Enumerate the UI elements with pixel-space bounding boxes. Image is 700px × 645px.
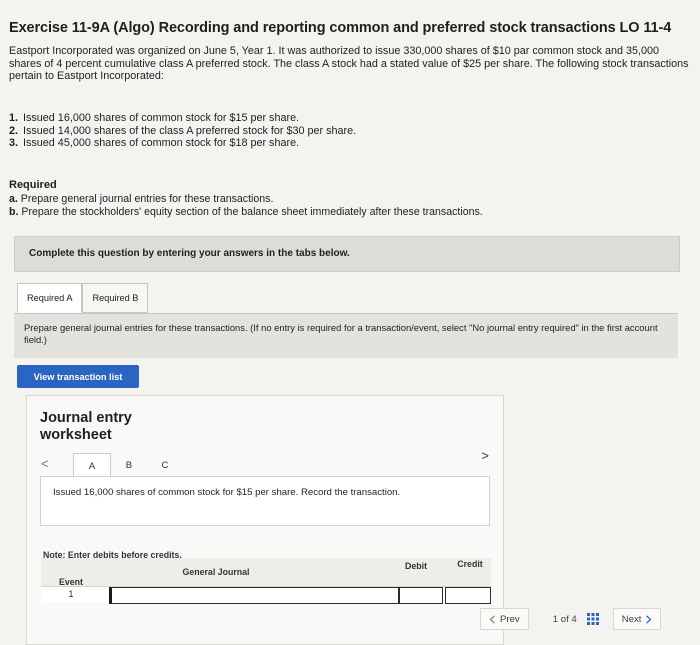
journal-table: Event General Journal Debit Credit 1 — [41, 558, 491, 604]
page-indicator: 1 of 4 — [552, 613, 577, 625]
grid-icon[interactable] — [586, 613, 599, 625]
step-tab-a[interactable]: A — [73, 453, 111, 478]
chevron-right-icon — [646, 614, 652, 624]
complete-banner: Complete this question by entering your … — [14, 236, 680, 272]
required-heading: Required — [9, 179, 57, 191]
chevron-left-icon — [489, 614, 495, 624]
tab-required-b[interactable]: Required B — [82, 283, 149, 313]
column-header-debit: Debit — [405, 561, 427, 571]
list-item: 2. Issued 14,000 shares of the class A pr… — [9, 124, 357, 137]
tab-bar: Required A Required B — [17, 283, 149, 313]
list-item: b. Prepare the stockholders' equity sect… — [9, 205, 483, 218]
required-list: a. Prepare general journal entries for t… — [9, 193, 483, 218]
transaction-description: Issued 16,000 shares of common stock for… — [40, 476, 490, 526]
list-item: 3. Issued 45,000 shares of common stock f… — [9, 137, 300, 150]
list-item: 1. Issued 16,000 shares of common stock f… — [9, 112, 300, 124]
table-header: Event General Journal Debit Credit — [41, 558, 491, 587]
page-title: Exercise 11-9A (Algo) Recording and repo… — [9, 20, 672, 36]
credit-input[interactable] — [445, 587, 491, 604]
chevron-right-icon[interactable]: > — [481, 448, 489, 463]
step-tab-c[interactable]: C — [147, 453, 183, 477]
step-tabs: A B C — [73, 453, 183, 478]
instruction-text: Prepare general journal entries for thes… — [24, 322, 658, 345]
transaction-list: 1. Issued 16,000 shares of common stock f… — [9, 112, 689, 150]
worksheet-title: Journal entry worksheet — [40, 410, 132, 443]
prev-button[interactable]: Prev — [480, 608, 529, 630]
list-item: a. Prepare general journal entries for t… — [9, 193, 274, 205]
column-header-general-journal: General Journal — [182, 567, 250, 577]
column-header-credit: Credit — [457, 559, 483, 569]
instruction-panel: Prepare general journal entries for thes… — [14, 313, 678, 358]
chevron-left-icon[interactable]: < — [41, 456, 49, 471]
view-transaction-list-button[interactable]: View transaction list — [17, 365, 139, 388]
table-row: 1 — [41, 586, 491, 604]
next-button[interactable]: Next — [612, 608, 662, 630]
debit-input[interactable] — [399, 587, 443, 604]
event-number: 1 — [68, 589, 74, 599]
step-tab-b[interactable]: B — [111, 453, 147, 477]
pagination: Prev 1 of 4 Next — [480, 608, 662, 630]
journal-entry-worksheet: Journal entry worksheet < A B C > Issued… — [26, 395, 504, 645]
problem-intro: Eastport Incorporated was organized on J… — [9, 45, 689, 82]
account-select[interactable] — [109, 587, 399, 604]
tab-required-a[interactable]: Required A — [17, 283, 83, 313]
